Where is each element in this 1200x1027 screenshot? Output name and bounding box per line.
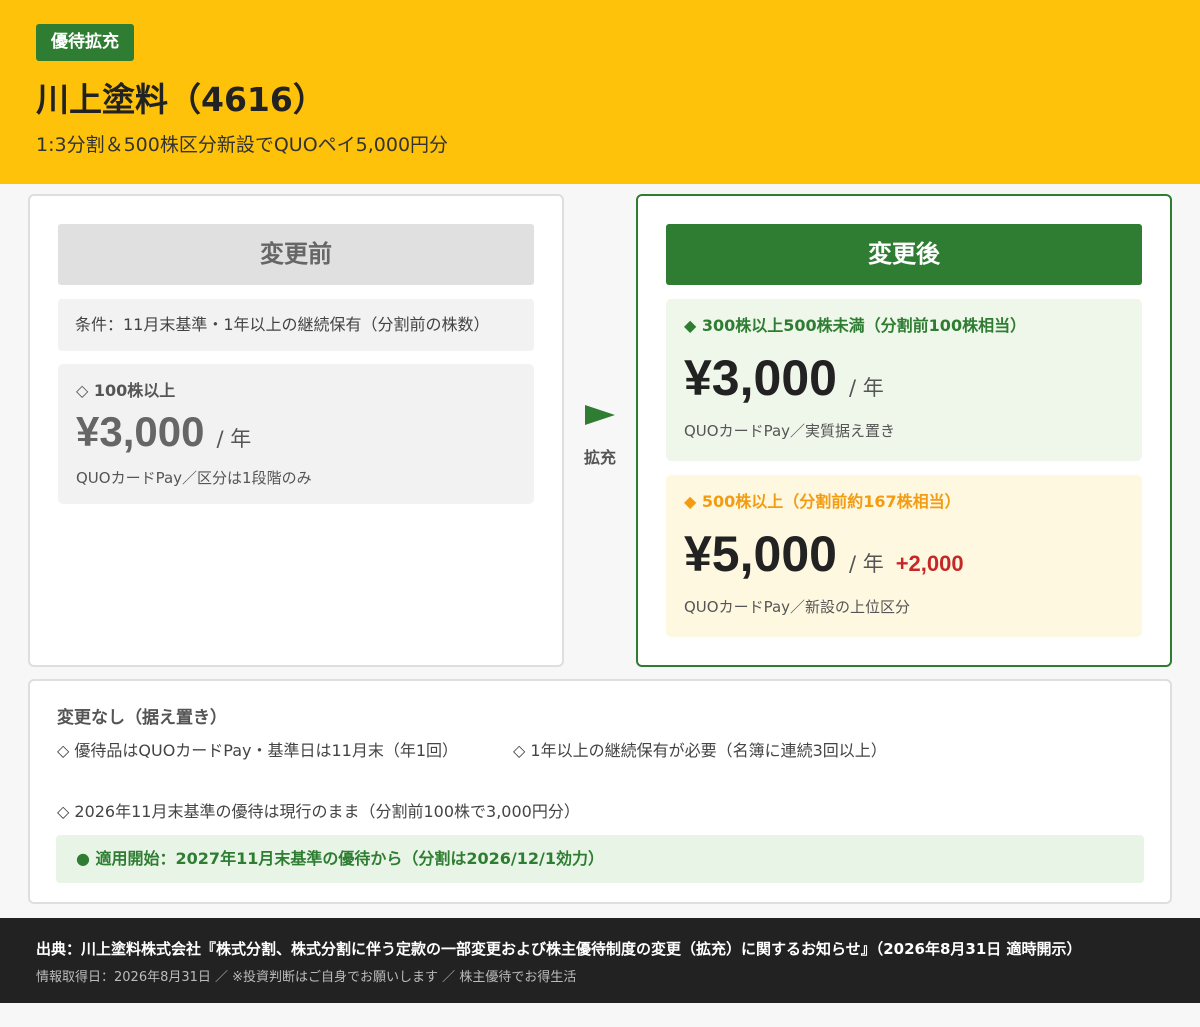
after-tier-card-2: ◆ 500株以上（分割前約167株相当） ¥5,000 / 年 +2,000 Q… (666, 475, 1142, 637)
footer-info: 情報取得日：2026年8月31日 ／ ※投資判断はご自身でお願いします ／ 株主… (36, 970, 577, 985)
after-tier-2-price-row: ¥5,000 / 年 +2,000 (684, 525, 964, 583)
footer: 出典：川上塗料株式会社『株式分割、株式分割に伴う定款の一部変更および株主優待制度… (0, 918, 1200, 1003)
after-tier-1-label: ◆ 300株以上500株未満（分割前100株相当） (684, 316, 1027, 335)
before-tier-note: QUOカードPay／区分は1段階のみ (76, 469, 312, 487)
before-unit: / 年 (216, 427, 252, 451)
after-tier-1-price: ¥3,000 (684, 350, 837, 406)
before-heading: 変更前 (58, 224, 534, 285)
after-tier-2-unit: / 年 (848, 552, 884, 576)
unchanged-item-2: ◇ 1年以上の継続保有が必要（名簿に連続3回以上） (513, 741, 887, 760)
unchanged-title: 変更なし（据え置き） (57, 708, 227, 728)
after-tier-2-price: ¥5,000 (684, 526, 837, 582)
footer-source: 出典：川上塗料株式会社『株式分割、株式分割に伴う定款の一部変更および株主優待制度… (36, 940, 1082, 958)
after-heading: 変更後 (666, 224, 1142, 285)
after-tier-card-1: ◆ 300株以上500株未満（分割前100株相当） ¥3,000 / 年 QUO… (666, 299, 1142, 461)
after-panel: 変更後 ◆ 300株以上500株未満（分割前100株相当） ¥3,000 / 年… (636, 194, 1172, 667)
apply-start-notice: ● 適用開始：2027年11月末基準の優待から（分割は2026/12/1効力） (56, 835, 1144, 883)
expansion-arrow: 拡充 (576, 400, 624, 470)
page-title: 川上塗料（4616） (36, 80, 326, 119)
unchanged-section: 変更なし（据え置き） ◇ 優待品はQUOカードPay・基準日は11月末（年1回）… (28, 679, 1172, 904)
arrow-label: 拡充 (583, 448, 616, 467)
after-tier-1-price-row: ¥3,000 / 年 (684, 349, 884, 407)
before-tier-label: ◇ 100株以上 (76, 381, 176, 400)
unchanged-item-3: ◇ 2026年11月末基準の優待は現行のまま（分割前100株で3,000円分） (57, 802, 580, 821)
after-tier-1-note: QUOカードPay／実質据え置き (684, 422, 896, 440)
before-price-row: ¥3,000 / 年 (76, 408, 251, 456)
before-tier-card: ◇ 100株以上 ¥3,000 / 年 QUOカードPay／区分は1段階のみ (58, 364, 534, 504)
unchanged-item-1: ◇ 優待品はQUOカードPay・基準日は11月末（年1回） (57, 741, 459, 760)
category-badge: 優待拡充 (36, 24, 134, 61)
before-price: ¥3,000 (76, 408, 205, 455)
before-condition: 条件：11月末基準・1年以上の継続保有（分割前の株数） (58, 299, 534, 351)
after-tier-2-note: QUOカードPay／新設の上位区分 (684, 598, 911, 616)
after-tier-2-label: ◆ 500株以上（分割前約167株相当） (684, 492, 961, 511)
after-tier-1-unit: / 年 (848, 376, 884, 400)
page-subtitle: 1:3分割＆500株区分新設でQUOペイ5,000円分 (36, 134, 449, 156)
header-banner: 優待拡充 川上塗料（4616） 1:3分割＆500株区分新設でQUOペイ5,00… (0, 0, 1200, 184)
before-panel: 変更前 条件：11月末基準・1年以上の継続保有（分割前の株数） ◇ 100株以上… (28, 194, 564, 667)
arrow-right-icon (585, 405, 615, 425)
after-tier-2-increase: +2,000 (895, 551, 964, 576)
